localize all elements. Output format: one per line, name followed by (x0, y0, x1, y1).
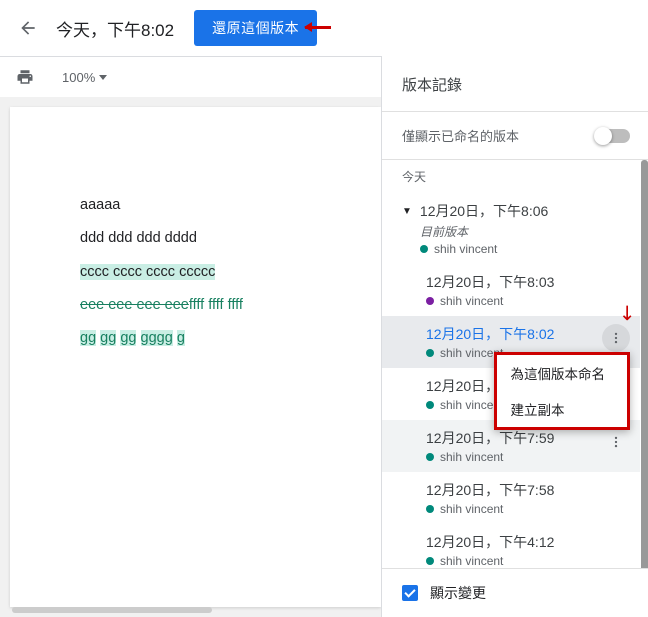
page-title: 今天，下午8:02 (56, 16, 174, 41)
document-page: aaaaa ddd ddd ddd dddd cccc cccc cccc cc… (10, 107, 381, 607)
left-pane: 100% aaaaa ddd ddd ddd dddd cccc cccc cc… (0, 56, 381, 617)
context-menu: 為這個版本命名 建立副本 (494, 352, 631, 430)
dots-vertical-icon (609, 331, 623, 345)
author-dot-icon (426, 557, 434, 565)
author-dot-icon (426, 401, 434, 409)
group-today: 今天 (382, 160, 640, 193)
main: 100% aaaaa ddd ddd ddd dddd cccc cccc cc… (0, 56, 648, 617)
author-dot-icon (426, 349, 434, 357)
chevron-down-icon (99, 75, 107, 80)
author-dot-icon (426, 297, 434, 305)
named-only-toggle[interactable] (596, 129, 630, 143)
doc-line: eee eee eee eeeffff ffff ffff (80, 289, 359, 322)
show-changes-checkbox[interactable] (402, 585, 418, 601)
version-item[interactable]: 12月20日，下午4:12 shih vincent (382, 524, 640, 568)
menu-copy[interactable]: 建立副本 (497, 391, 628, 427)
author-dot-icon (420, 245, 428, 253)
version-list-wrap: 今天 ▼ 12月20日，下午8:06 目前版本 shih vincent 12月… (382, 160, 648, 568)
named-only-row: 僅顯示已命名的版本 (382, 112, 648, 159)
show-changes-label: 顯示變更 (430, 583, 486, 603)
toolbar: 100% (0, 57, 381, 97)
arrow-left-icon (18, 18, 38, 38)
print-button[interactable] (16, 68, 34, 86)
zoom-selector[interactable]: 100% (62, 70, 107, 85)
doc-line: aaaaa (80, 189, 359, 222)
panel-title: 版本記錄 (382, 56, 648, 111)
version-item[interactable]: 12月20日，下午8:03 shih vincent (382, 264, 640, 316)
author-dot-icon (426, 505, 434, 513)
triangle-down-icon[interactable]: ▼ (402, 206, 412, 217)
version-item-selected[interactable]: 12月20日，下午8:02 shih vincent ↘ 為這個版本命名 建立副… (382, 316, 640, 368)
scrollbar-vertical[interactable] (641, 160, 648, 568)
doc-line: cccc cccc cccc ccccc (80, 256, 359, 289)
footer: 顯示變更 (382, 568, 648, 617)
annotation-arrow-icon (305, 26, 331, 29)
zoom-value: 100% (62, 70, 95, 85)
print-icon (16, 68, 34, 86)
version-item[interactable]: 12月20日，下午7:58 shih vincent (382, 472, 640, 524)
more-options-button[interactable] (602, 324, 630, 352)
dots-vertical-icon (609, 435, 623, 449)
scrollbar-horizontal[interactable] (12, 607, 212, 613)
more-options-button[interactable] (602, 428, 630, 456)
version-parent[interactable]: ▼ 12月20日，下午8:06 目前版本 shih vincent (382, 193, 640, 264)
header: 今天，下午8:02 還原這個版本 (0, 0, 648, 56)
named-only-label: 僅顯示已命名的版本 (402, 126, 519, 145)
back-button[interactable] (8, 8, 48, 48)
doc-line: gg gg gg gggg g (80, 322, 359, 355)
right-panel: 版本記錄 僅顯示已命名的版本 今天 ▼ 12月20日，下午8:06 目前版本 s… (381, 56, 648, 617)
version-list: 今天 ▼ 12月20日，下午8:06 目前版本 shih vincent 12月… (382, 160, 640, 568)
menu-rename[interactable]: 為這個版本命名 (497, 355, 628, 391)
document-viewport: aaaaa ddd ddd ddd dddd cccc cccc cccc cc… (0, 97, 381, 617)
author-dot-icon (426, 453, 434, 461)
doc-line: ddd ddd ddd dddd (80, 222, 359, 255)
